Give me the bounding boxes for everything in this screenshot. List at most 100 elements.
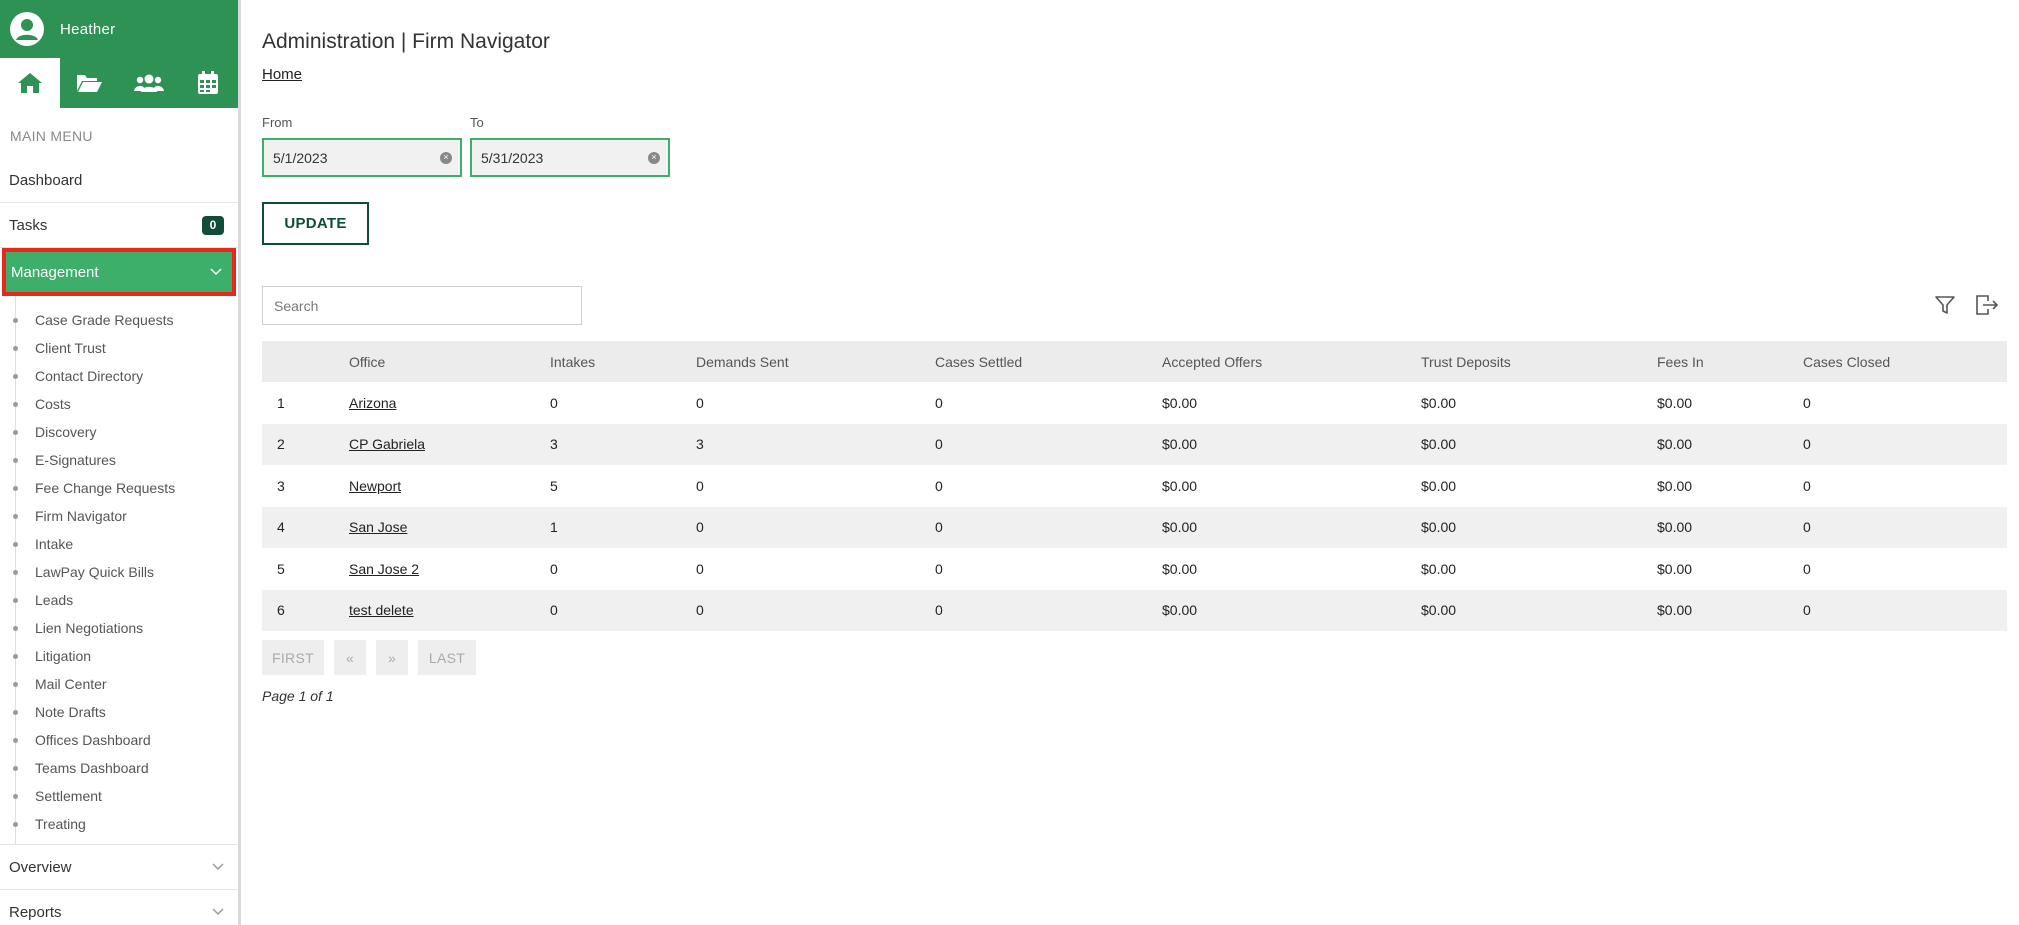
header-cases-settled[interactable]: Cases Settled	[935, 341, 1162, 382]
menu-item-label: Management	[11, 263, 99, 281]
cell-cases-settled: 0	[935, 436, 943, 453]
cell-cases-settled: 0	[935, 477, 943, 494]
submenu-item-teams-dashboard[interactable]: Teams Dashboard	[0, 754, 238, 782]
cell-intakes: 0	[550, 394, 558, 411]
cases-tab[interactable]	[60, 58, 120, 108]
cell-demands-sent: 0	[696, 394, 704, 411]
submenu-item-contact-directory[interactable]: Contact Directory	[0, 362, 238, 390]
cell-intakes: 3	[550, 436, 558, 453]
table-row: 5 San Jose 2 0 0 0 $0.00 $0.00 $0.00 0	[262, 548, 2007, 590]
page-title: Administration | Firm Navigator	[262, 30, 550, 53]
header-fees-in[interactable]: Fees In	[1657, 341, 1803, 382]
submenu-item-firm-navigator[interactable]: Firm Navigator	[0, 502, 238, 530]
submenu-item-leads[interactable]: Leads	[0, 586, 238, 614]
breadcrumb-home-link[interactable]: Home	[262, 66, 302, 83]
office-link[interactable]: Newport	[349, 478, 401, 494]
submenu-item-litigation[interactable]: Litigation	[0, 642, 238, 670]
submenu-item-case-grade-requests[interactable]: Case Grade Requests	[0, 306, 238, 334]
submenu-item-offices-dashboard[interactable]: Offices Dashboard	[0, 726, 238, 754]
submenu-item-settlement[interactable]: Settlement	[0, 782, 238, 810]
main-menu-title: MAIN MENU	[10, 128, 93, 144]
calendar-tab[interactable]	[179, 58, 239, 108]
submenu-item-lien-negotiations[interactable]: Lien Negotiations	[0, 614, 238, 642]
menu-item-label: Dashboard	[9, 171, 83, 189]
submenu-item-mail-center[interactable]: Mail Center	[0, 670, 238, 698]
filter-icon[interactable]	[1934, 294, 1956, 321]
menu-item-dashboard[interactable]: Dashboard	[0, 158, 238, 203]
cell-intakes: 1	[550, 519, 558, 536]
header-trust-deposits[interactable]: Trust Deposits	[1421, 341, 1657, 382]
to-label: To	[470, 115, 484, 130]
to-date-field[interactable]: 5/31/2023 ×	[470, 138, 670, 177]
submenu-item-intake[interactable]: Intake	[0, 530, 238, 558]
table-row: 2 CP Gabriela 3 3 0 $0.00 $0.00 $0.00 0	[262, 423, 2007, 465]
folder-open-icon	[77, 75, 103, 92]
header-demands-sent[interactable]: Demands Sent	[696, 341, 935, 382]
header-index	[262, 341, 349, 382]
row-index: 2	[277, 436, 285, 453]
submenu-item-costs[interactable]: Costs	[0, 390, 238, 418]
cell-trust-deposits: $0.00	[1421, 394, 1457, 411]
submenu-item-fee-change-requests[interactable]: Fee Change Requests	[0, 474, 238, 502]
user-bar: Heather	[0, 0, 238, 58]
cell-cases-settled: 0	[935, 560, 943, 577]
cell-trust-deposits: $0.00	[1421, 436, 1457, 453]
cell-cases-closed: 0	[1803, 477, 1811, 494]
menu-item-management[interactable]: Management	[2, 248, 236, 296]
submenu-item-e-signatures[interactable]: E-Signatures	[0, 446, 238, 474]
office-link[interactable]: Arizona	[349, 395, 396, 411]
menu-item-tasks[interactable]: Tasks 0	[0, 203, 238, 248]
table-row: 3 Newport 5 0 0 $0.00 $0.00 $0.00 0	[262, 465, 2007, 507]
clear-icon[interactable]: ×	[648, 151, 660, 164]
cell-intakes: 5	[550, 477, 558, 494]
row-index: 4	[277, 519, 285, 536]
firm-navigator-table: Office Intakes Demands Sent Cases Settle…	[262, 341, 2007, 631]
pagination: FIRST « » LAST	[262, 640, 476, 675]
contacts-tab[interactable]	[119, 58, 179, 108]
cell-trust-deposits: $0.00	[1421, 560, 1457, 577]
cell-cases-settled: 0	[935, 519, 943, 536]
submenu-item-discovery[interactable]: Discovery	[0, 418, 238, 446]
last-page-button[interactable]: LAST	[418, 640, 476, 675]
header-intakes[interactable]: Intakes	[550, 341, 696, 382]
cell-accepted-offers: $0.00	[1162, 394, 1198, 411]
cell-accepted-offers: $0.00	[1162, 602, 1198, 619]
office-link[interactable]: San Jose 2	[349, 561, 419, 577]
next-page-button[interactable]: »	[376, 640, 408, 675]
header-cases-closed[interactable]: Cases Closed	[1803, 341, 2007, 382]
from-label: From	[262, 115, 293, 130]
cell-fees-in: $0.00	[1657, 560, 1693, 577]
office-link[interactable]: test delete	[349, 602, 414, 618]
search-input[interactable]	[262, 286, 582, 325]
cell-accepted-offers: $0.00	[1162, 477, 1198, 494]
user-avatar-icon[interactable]	[10, 12, 44, 46]
from-date-field[interactable]: 5/1/2023 ×	[262, 138, 462, 177]
home-tab[interactable]	[0, 58, 60, 108]
cell-demands-sent: 0	[696, 560, 704, 577]
submenu-item-note-drafts[interactable]: Note Drafts	[0, 698, 238, 726]
table-header-row: Office Intakes Demands Sent Cases Settle…	[262, 341, 2007, 382]
submenu-item-lawpay-quick-bills[interactable]: LawPay Quick Bills	[0, 558, 238, 586]
cell-trust-deposits: $0.00	[1421, 477, 1457, 494]
main-content: Administration | Firm Navigator Home Fro…	[262, 0, 2019, 925]
clear-icon[interactable]: ×	[440, 151, 452, 164]
update-button[interactable]: UPDATE	[262, 202, 369, 245]
header-office[interactable]: Office	[349, 341, 550, 382]
export-icon[interactable]	[1974, 294, 2000, 321]
users-icon	[133, 74, 164, 92]
cell-trust-deposits: $0.00	[1421, 602, 1457, 619]
menu-item-overview[interactable]: Overview	[0, 845, 238, 890]
username: Heather	[60, 20, 116, 38]
management-submenu: Case Grade Requests Client Trust Contact…	[0, 296, 238, 845]
menu-item-reports[interactable]: Reports	[0, 890, 238, 925]
table-row: 1 Arizona 0 0 0 $0.00 $0.00 $0.00 0	[262, 382, 2007, 424]
submenu-item-client-trust[interactable]: Client Trust	[0, 334, 238, 362]
first-page-button[interactable]: FIRST	[262, 640, 324, 675]
submenu-item-treating[interactable]: Treating	[0, 810, 238, 838]
prev-page-button[interactable]: «	[334, 640, 366, 675]
page-info: Page 1 of 1	[262, 688, 334, 704]
cell-fees-in: $0.00	[1657, 519, 1693, 536]
office-link[interactable]: San Jose	[349, 519, 407, 535]
header-accepted-offers[interactable]: Accepted Offers	[1162, 341, 1421, 382]
office-link[interactable]: CP Gabriela	[349, 436, 425, 452]
